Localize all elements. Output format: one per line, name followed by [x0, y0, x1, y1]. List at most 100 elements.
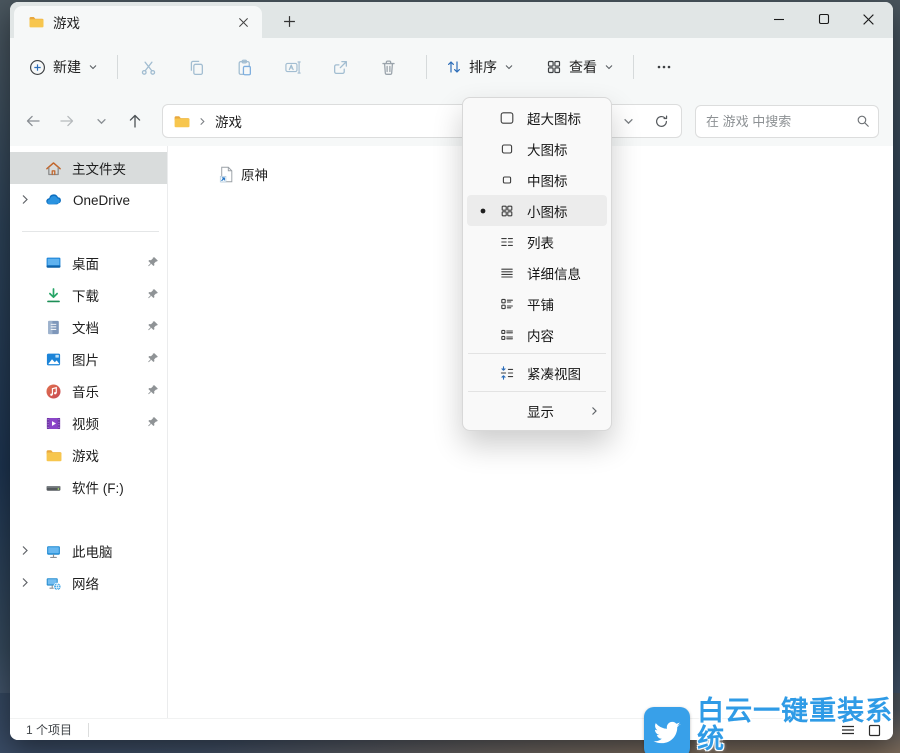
menu-item-label: 内容	[527, 325, 554, 345]
drive-icon	[45, 479, 62, 496]
rename-button[interactable]	[272, 49, 312, 85]
sidebar-item-onedrive[interactable]: OneDrive	[10, 184, 167, 216]
menu-item-label: 中图标	[527, 170, 568, 190]
this-pc-icon	[45, 543, 62, 560]
search-icon[interactable]	[856, 114, 870, 128]
view-dropdown-menu: 超大图标 大图标 中图标 小图标	[462, 97, 612, 431]
plus-circle-icon	[29, 59, 46, 76]
forward-button[interactable]	[52, 106, 82, 136]
breadcrumb-path[interactable]: 游戏	[215, 111, 242, 131]
menu-item-show[interactable]: 显示	[467, 395, 607, 426]
sort-arrows-icon	[446, 59, 462, 75]
maximize-button[interactable]	[801, 2, 846, 36]
onedrive-icon	[45, 191, 63, 209]
menu-item-label: 大图标	[527, 139, 568, 159]
medium-icons-icon	[495, 172, 519, 188]
sidebar-item-drive-f[interactable]: 软件 (F:)	[10, 471, 167, 503]
chevron-right-icon[interactable]	[20, 193, 30, 206]
small-icons-icon	[495, 203, 519, 219]
sidebar-item-label: 音乐	[72, 381, 99, 401]
watermark-bird-logo-icon	[644, 707, 690, 753]
sidebar-item-downloads[interactable]: 下载	[10, 279, 167, 311]
cut-button[interactable]	[128, 49, 168, 85]
refresh-icon[interactable]	[654, 114, 669, 129]
chevron-down-icon	[504, 62, 514, 72]
tab-title: 游戏	[53, 12, 223, 32]
home-icon	[45, 160, 62, 177]
menu-item-list[interactable]: 列表	[467, 226, 607, 257]
documents-icon	[45, 319, 62, 336]
menu-item-label: 显示	[527, 401, 554, 421]
menu-item-details[interactable]: 详细信息	[467, 257, 607, 288]
pin-icon	[147, 416, 159, 428]
back-button[interactable]	[18, 106, 48, 136]
view-button[interactable]: 查看	[537, 50, 623, 84]
share-button[interactable]	[320, 49, 360, 85]
sidebar-item-documents[interactable]: 文档	[10, 311, 167, 343]
pin-icon	[147, 352, 159, 364]
sidebar-item-videos[interactable]: 视频	[10, 407, 167, 439]
sidebar-item-network[interactable]: 网络	[10, 567, 167, 599]
sidebar-item-desktop[interactable]: 桌面	[10, 247, 167, 279]
sidebar-item-home[interactable]: 主文件夹	[10, 152, 167, 184]
sidebar-item-label: 视频	[72, 413, 99, 433]
search-input[interactable]	[706, 114, 856, 129]
selected-bullet-icon	[471, 208, 495, 214]
status-divider	[88, 723, 89, 737]
navigation-pane: 主文件夹 OneDrive 桌面	[10, 146, 167, 718]
sidebar-item-this-pc[interactable]: 此电脑	[10, 535, 167, 567]
sidebar-item-games[interactable]: 游戏	[10, 439, 167, 471]
folder-icon	[28, 14, 44, 30]
chevron-right-icon[interactable]	[20, 544, 30, 557]
menu-item-medium-icons[interactable]: 中图标	[467, 164, 607, 195]
view-grid-icon	[546, 59, 562, 75]
list-view-icon	[495, 234, 519, 250]
tab-games[interactable]: 游戏	[14, 6, 262, 38]
sidebar-item-music[interactable]: 音乐	[10, 375, 167, 407]
copy-button[interactable]	[176, 49, 216, 85]
close-button[interactable]	[846, 2, 891, 36]
sidebar-item-label: 文档	[72, 317, 99, 337]
address-dropdown-icon[interactable]	[623, 116, 634, 127]
menu-item-extra-large-icons[interactable]: 超大图标	[467, 102, 607, 133]
menu-item-label: 列表	[527, 232, 554, 252]
up-button[interactable]	[120, 106, 150, 136]
sidebar-item-label: 主文件夹	[72, 158, 126, 178]
search-box[interactable]	[695, 105, 879, 138]
menu-item-label: 详细信息	[527, 263, 581, 283]
menu-item-tiles[interactable]: 平铺	[467, 288, 607, 319]
menu-item-compact-view[interactable]: 紧凑视图	[467, 357, 607, 388]
menu-item-label: 平铺	[527, 294, 554, 314]
toolbar-separator	[426, 55, 427, 79]
more-options-button[interactable]	[644, 49, 684, 85]
submenu-arrow-icon	[589, 405, 599, 417]
chevron-right-icon[interactable]	[20, 576, 30, 589]
watermark-title: 白云一键重装系统	[697, 697, 900, 753]
sidebar-divider	[22, 231, 159, 232]
tab-bar: 游戏	[10, 2, 893, 38]
menu-item-label: 紧凑视图	[527, 363, 581, 383]
sidebar-item-pictures[interactable]: 图片	[10, 343, 167, 375]
menu-item-large-icons[interactable]: 大图标	[467, 133, 607, 164]
desktop-icon	[45, 255, 62, 272]
file-item-genshin[interactable]: 原神	[214, 162, 272, 186]
network-icon	[45, 575, 62, 592]
new-button[interactable]: 新建	[20, 50, 107, 84]
tab-close-icon[interactable]	[232, 11, 254, 33]
pin-icon	[147, 256, 159, 268]
new-tab-button[interactable]	[276, 9, 302, 33]
recent-locations-button[interactable]	[86, 106, 116, 136]
menu-item-content[interactable]: 内容	[467, 319, 607, 350]
delete-button[interactable]	[368, 49, 408, 85]
sidebar-item-label: 此电脑	[72, 541, 113, 561]
menu-item-small-icons[interactable]: 小图标	[467, 195, 607, 226]
paste-button[interactable]	[224, 49, 264, 85]
minimize-button[interactable]	[756, 2, 801, 36]
sidebar-spacer	[10, 503, 167, 535]
pictures-icon	[45, 351, 62, 368]
window-controls	[756, 2, 891, 38]
sidebar-item-label: 桌面	[72, 253, 99, 273]
menu-item-label: 超大图标	[527, 108, 581, 128]
sort-button[interactable]: 排序	[437, 50, 523, 84]
folder-icon	[45, 447, 62, 464]
